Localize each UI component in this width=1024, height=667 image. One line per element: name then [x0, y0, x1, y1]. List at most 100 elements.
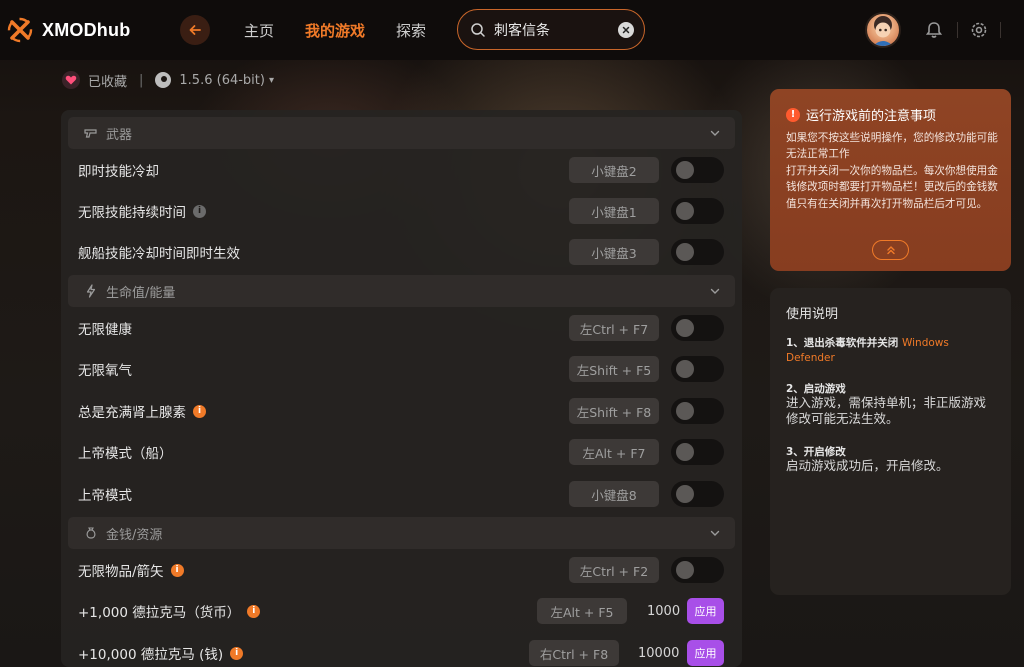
guide-title: 使用说明 — [786, 307, 839, 322]
mod-toggle[interactable] — [671, 198, 724, 224]
mod-toggle[interactable] — [671, 481, 724, 507]
hotkey-button[interactable]: 左Shift + F5 — [569, 356, 659, 382]
favorites-label[interactable]: 已收藏 — [88, 71, 127, 90]
mod-row: 总是充满肾上腺素 i 左Shift + F8 — [61, 391, 742, 431]
hotkey-button[interactable]: 小键盘3 — [569, 239, 659, 265]
mod-label: 舰船技能冷却时间即时生效 — [78, 242, 240, 262]
app-logo[interactable]: XMODhub — [6, 16, 166, 44]
mod-row: 舰船技能冷却时间即时生效 小键盘3 — [61, 232, 742, 272]
chevron-down-icon[interactable] — [709, 127, 721, 139]
hotkey-button[interactable]: 小键盘8 — [569, 481, 659, 507]
notice-title: ! 运行游戏前的注意事项 — [786, 105, 936, 124]
hotkey-button[interactable]: 左Alt + F5 — [537, 598, 627, 624]
category-health-energy[interactable]: 生命值/能量 — [68, 275, 735, 307]
info-icon[interactable]: i — [247, 604, 261, 618]
settings-icon[interactable] — [969, 20, 989, 40]
info-icon[interactable]: i — [170, 563, 184, 577]
chevron-down-icon[interactable]: ▾ — [269, 75, 274, 86]
nav-my-games[interactable]: 我的游戏 — [305, 20, 365, 41]
mod-label: 无限氧气 — [78, 359, 132, 379]
arrow-left-icon — [189, 25, 201, 35]
mod-label-text: 即时技能冷却 — [78, 164, 159, 180]
heart-icon[interactable] — [62, 71, 80, 89]
mod-label-text: 无限氧气 — [78, 363, 132, 379]
guide-step-body: 启动游戏成功后，开启修改。 — [786, 458, 949, 473]
mod-row: 无限物品/箭矢 i 左Ctrl + F2 — [61, 550, 742, 590]
nav-home[interactable]: 主页 — [244, 20, 274, 41]
usage-guide-card: 使用说明 1、退出杀毒软件并关闭 Windows Defender 2、启动游戏… — [770, 288, 1011, 595]
bell-icon[interactable] — [924, 20, 944, 40]
mod-row: 无限技能持续时间 i 小键盘1 — [61, 191, 742, 231]
hotkey-button[interactable]: 小键盘2 — [569, 157, 659, 183]
guide-step-title: 2、启动游戏 — [786, 383, 846, 395]
mod-label-text: +10,000 德拉克马 (钱) — [78, 647, 224, 663]
mod-label: 无限健康 — [78, 318, 132, 338]
amount-value[interactable]: 10000 — [638, 646, 679, 661]
info-icon[interactable]: i — [193, 404, 206, 418]
category-weapons[interactable]: 武器 — [68, 117, 735, 149]
mod-label-text: 舰船技能冷却时间即时生效 — [78, 246, 240, 262]
mod-toggle[interactable] — [671, 157, 724, 183]
mod-label: 上帝模式（船） — [78, 442, 173, 462]
apply-button[interactable]: 应用 — [687, 598, 724, 624]
collapse-notice-button[interactable] — [872, 240, 909, 260]
guide-step-title: 1、退出杀毒软件并关闭 Windows Defender — [786, 336, 998, 366]
mod-row: 无限氧气 左Shift + F5 — [61, 349, 742, 389]
hotkey-button[interactable]: 左Shift + F8 — [569, 398, 659, 424]
topbar-divider — [957, 22, 958, 38]
lightning-icon — [86, 284, 96, 298]
app-name: XMODhub — [42, 19, 131, 40]
version-select[interactable]: 1.5.6 (64-bit) — [179, 73, 265, 88]
user-avatar[interactable] — [865, 12, 901, 48]
mod-label: +1,000 德拉克马（货币） i — [78, 601, 261, 621]
hotkey-button[interactable]: 左Ctrl + F7 — [569, 315, 659, 341]
mod-row: 上帝模式（船） 左Alt + F7 — [61, 432, 742, 472]
chevron-down-icon[interactable] — [709, 527, 721, 539]
topbar-divider-2 — [1000, 22, 1001, 38]
gun-icon — [84, 129, 97, 138]
xmodhub-logo-icon — [7, 17, 33, 43]
chevron-down-icon[interactable] — [709, 285, 721, 297]
chevron-double-up-icon — [886, 246, 895, 255]
info-icon[interactable]: i — [193, 204, 206, 218]
category-title: 武器 — [106, 127, 133, 143]
steam-icon — [155, 72, 172, 88]
back-button[interactable] — [180, 15, 210, 45]
mod-toggle[interactable] — [671, 557, 724, 583]
mod-toggle[interactable] — [671, 315, 724, 341]
notice-title-text: 运行游戏前的注意事项 — [806, 109, 937, 124]
search-icon — [471, 22, 485, 37]
mod-label-text: +1,000 德拉克马（货币） — [78, 605, 241, 621]
category-title: 生命值/能量 — [106, 285, 176, 301]
hotkey-button[interactable]: 右Ctrl + F8 — [529, 640, 619, 666]
hotkey-button[interactable]: 左Alt + F7 — [569, 439, 659, 465]
mod-toggle[interactable] — [671, 398, 724, 424]
main-nav: 主页 我的游戏 探索 — [244, 20, 457, 41]
mod-toggle[interactable] — [671, 239, 724, 265]
mod-label-text: 无限健康 — [78, 322, 132, 338]
avatar-image — [873, 16, 893, 46]
mods-panel: 武器 即时技能冷却 小键盘2 无限技能持续时间 i 小键盘1 舰船技能冷却时间即时… — [61, 110, 742, 667]
search-input[interactable] — [494, 21, 604, 38]
category-money-resources[interactable]: 金钱/资源 — [68, 517, 735, 549]
info-icon[interactable]: i — [230, 646, 244, 660]
apply-button[interactable]: 应用 — [687, 640, 724, 666]
money-bag-icon — [86, 527, 96, 539]
amount-value[interactable]: 1000 — [647, 604, 680, 619]
nav-explore[interactable]: 探索 — [396, 20, 426, 41]
hotkey-button[interactable]: 小键盘1 — [569, 198, 659, 224]
mod-label: 无限物品/箭矢 i — [78, 560, 184, 580]
game-subheader: 已收藏 | 1.5.6 (64-bit) ▾ — [62, 68, 274, 92]
mod-toggle[interactable] — [671, 356, 724, 382]
hotkey-button[interactable]: 左Ctrl + F2 — [569, 557, 659, 583]
guide-step-title-text: 1、退出杀毒软件并关闭 — [786, 337, 899, 349]
search-box — [457, 9, 645, 50]
mod-toggle[interactable] — [671, 439, 724, 465]
mod-label: 总是充满肾上腺素 i — [78, 401, 206, 421]
clear-search-button[interactable] — [618, 22, 634, 38]
mod-label-text: 无限物品/箭矢 — [78, 564, 164, 580]
close-icon — [622, 26, 630, 34]
mod-label: 上帝模式 — [78, 484, 132, 504]
guide-step-title: 3、开启修改 — [786, 446, 846, 458]
mod-row: +1,000 德拉克马（货币） i 左Alt + F5 1000 应用 — [61, 591, 742, 631]
